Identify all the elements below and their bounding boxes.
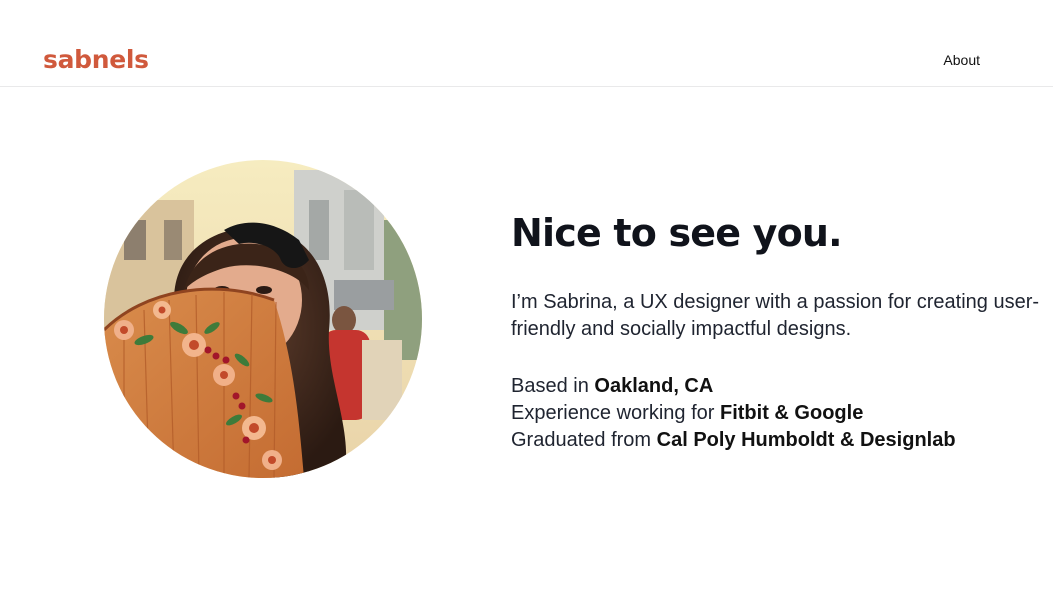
fact-education: Graduated from Cal Poly Humboldt & Desig… — [511, 427, 1041, 454]
fact-location-highlight: Oakland, CA — [594, 375, 714, 397]
fact-experience-highlight: Fitbit & Google — [720, 402, 864, 424]
page: sabnels About Nice to see you. I’m Sabri… — [0, 0, 1053, 601]
fact-experience: Experience working for Fitbit & Google — [511, 400, 1041, 427]
profile-photo — [104, 160, 422, 478]
site-header: sabnels About — [0, 0, 1053, 87]
nav-link-about[interactable]: About — [943, 49, 980, 71]
fact-experience-prefix: Experience working for — [511, 402, 715, 424]
fact-education-prefix: Graduated from — [511, 429, 652, 451]
fact-location-prefix: Based in — [511, 375, 589, 397]
site-logo[interactable]: sabnels — [43, 42, 149, 78]
hero-section: Nice to see you. I’m Sabrina, a UX desig… — [511, 205, 1041, 454]
profile-photo-illustration — [104, 160, 422, 478]
fact-location: Based in Oakland, CA — [511, 373, 1041, 400]
hero-intro: I’m Sabrina, a UX designer with a passio… — [511, 291, 1040, 340]
fact-education-highlight: Cal Poly Humboldt & Designlab — [656, 429, 956, 451]
hero-headline: Nice to see you. — [511, 211, 843, 255]
hero-facts: Based in Oakland, CA Experience working … — [511, 373, 1041, 454]
